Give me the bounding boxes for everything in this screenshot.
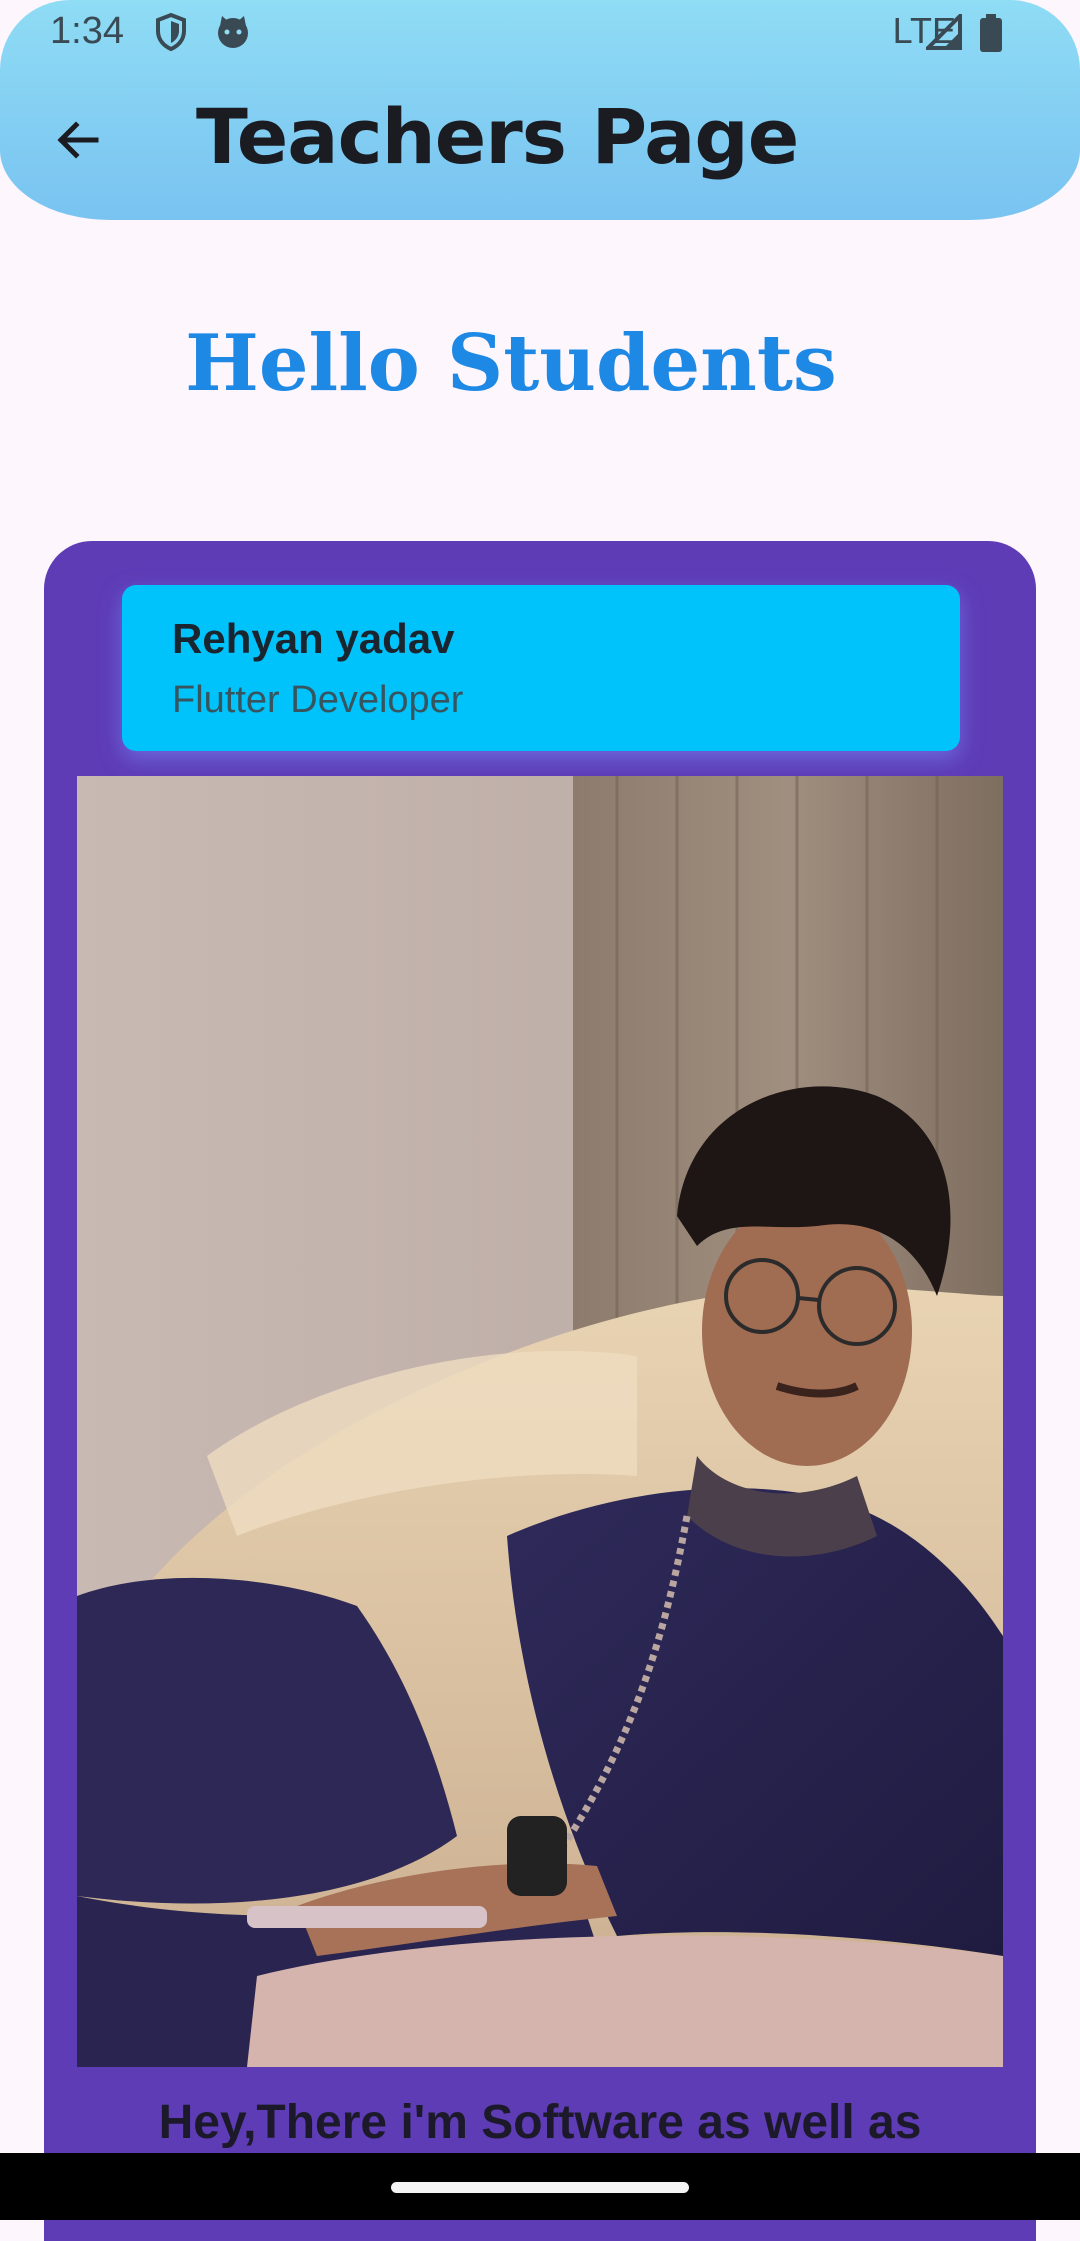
cat-icon [214, 12, 252, 61]
teacher-bio: Hey,There i'm Software as well as [158, 2096, 922, 2149]
page-title: Teachers Page [196, 92, 799, 181]
back-button[interactable] [48, 112, 108, 172]
battery-icon [978, 14, 1004, 61]
status-time: 1:34 [50, 10, 124, 52]
teacher-card: Rehyan yadav Flutter Developer Hey,There… [44, 541, 1036, 2241]
navigation-bar [0, 2153, 1080, 2220]
teacher-name-tile[interactable]: Rehyan yadav Flutter Developer [122, 585, 960, 751]
teacher-role: Flutter Developer [172, 679, 464, 721]
status-bar: 1:34 LTE [0, 0, 1080, 66]
home-gesture-handle[interactable] [391, 2182, 689, 2193]
signal-icon [923, 11, 962, 59]
app-bar: 1:34 LTE Teachers Page [0, 0, 1080, 220]
arrow-back-icon [54, 116, 102, 168]
teacher-photo [77, 776, 1003, 2067]
teacher-name: Rehyan yadav [172, 615, 455, 662]
shield-icon [154, 12, 188, 61]
greeting-heading: Hello Students [185, 318, 837, 409]
